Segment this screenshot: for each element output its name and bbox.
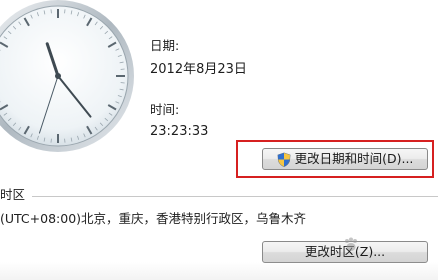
- timezone-divider: [32, 196, 438, 197]
- analog-clock: [0, 0, 138, 156]
- change-timezone-button[interactable]: 更改时区(Z)...: [262, 241, 428, 263]
- date-value: 2012年8月23日: [150, 62, 247, 77]
- clock-center: [55, 73, 61, 79]
- change-date-time-label: 更改日期和时间(D)...: [294, 151, 414, 166]
- timezone-title: 时区: [0, 187, 26, 202]
- date-label: 日期:: [150, 38, 180, 53]
- time-value: 23:23:33: [150, 124, 209, 139]
- change-date-time-button[interactable]: 更改日期和时间(D)...: [262, 148, 428, 170]
- clock-face: [0, 0, 134, 152]
- shield-icon: [277, 152, 291, 167]
- bottom-edge-fade: [0, 262, 438, 280]
- change-timezone-label: 更改时区(Z)...: [304, 244, 386, 259]
- timezone-value: (UTC+08:00)北京，重庆，香港特别行政区，乌鲁木齐: [0, 211, 307, 226]
- time-label: 时间:: [150, 102, 180, 117]
